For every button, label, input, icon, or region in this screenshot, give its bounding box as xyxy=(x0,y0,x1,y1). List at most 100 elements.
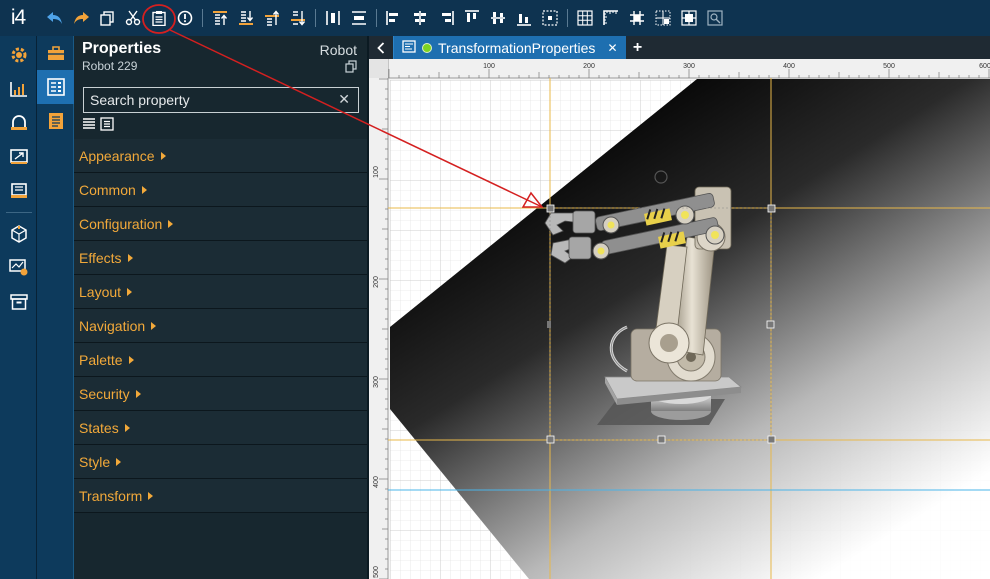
settings-icon[interactable] xyxy=(0,38,37,72)
zoom-fit-icon[interactable] xyxy=(702,5,728,31)
align-left-icon[interactable] xyxy=(381,5,407,31)
ruler-label: 200 xyxy=(583,63,595,70)
distribute-v-icon[interactable] xyxy=(346,5,372,31)
resize-handle-bottom-right[interactable] xyxy=(767,435,776,444)
grid-icon[interactable] xyxy=(572,5,598,31)
property-category-list: Appearance Common Configuration Effects … xyxy=(74,139,367,513)
toolbox-icon[interactable] xyxy=(37,36,74,70)
toolbar-separator xyxy=(315,9,316,27)
document-outline-icon[interactable] xyxy=(37,104,74,138)
resize-handle-right[interactable] xyxy=(766,320,775,329)
category-layout[interactable]: Layout xyxy=(74,275,367,309)
tab-status-dot xyxy=(422,42,432,53)
align-top-icon[interactable] xyxy=(459,5,485,31)
distribute-h-icon[interactable] xyxy=(320,5,346,31)
category-label: Style xyxy=(79,453,111,470)
category-common[interactable]: Common xyxy=(74,173,367,207)
package-icon[interactable] xyxy=(0,217,37,251)
resize-handle-top-right[interactable] xyxy=(767,204,776,213)
category-label: States xyxy=(79,419,119,436)
paste-icon[interactable] xyxy=(146,5,172,31)
top-ruler xyxy=(369,59,990,78)
alphabetical-view-icon[interactable] xyxy=(100,117,114,133)
clear-search-icon[interactable]: ✕ xyxy=(338,91,350,108)
align-middle-icon[interactable] xyxy=(485,5,511,31)
archive-icon[interactable] xyxy=(0,285,37,319)
monitor-settings-icon[interactable] xyxy=(0,251,37,285)
cut-icon[interactable] xyxy=(120,5,146,31)
align-right-icon[interactable] xyxy=(433,5,459,31)
category-appearance[interactable]: Appearance xyxy=(74,139,367,173)
ruler-label: 200 xyxy=(373,276,380,288)
rail-separator xyxy=(6,212,32,213)
copy-name-icon[interactable] xyxy=(345,60,357,78)
expand-arrow-icon xyxy=(141,185,147,194)
category-label: Navigation xyxy=(79,317,146,334)
ruler-label: 300 xyxy=(373,376,380,388)
server-icon[interactable] xyxy=(0,174,37,208)
property-search-box: ✕ xyxy=(83,87,359,113)
resize-handle-left[interactable] xyxy=(547,321,551,328)
selected-object-type: Robot xyxy=(319,42,357,58)
display-file-icon xyxy=(402,39,416,56)
category-security[interactable]: Security xyxy=(74,377,367,411)
resize-handle-bottom-left[interactable] xyxy=(546,435,555,444)
ruler-corner xyxy=(369,59,388,78)
property-search-input[interactable] xyxy=(84,88,358,112)
resize-handle-top-left[interactable] xyxy=(546,204,555,213)
category-label: Appearance xyxy=(79,147,155,164)
category-style[interactable]: Style xyxy=(74,445,367,479)
export-icon[interactable] xyxy=(0,140,37,174)
category-label: Effects xyxy=(79,249,122,266)
align-center-icon[interactable] xyxy=(407,5,433,31)
category-effects[interactable]: Effects xyxy=(74,241,367,275)
category-states[interactable]: States xyxy=(74,411,367,445)
ruler-icon[interactable] xyxy=(598,5,624,31)
copy-icon[interactable] xyxy=(94,5,120,31)
category-navigation[interactable]: Navigation xyxy=(74,309,367,343)
toolbar-separator xyxy=(376,9,377,27)
categorized-view-icon[interactable] xyxy=(82,117,96,133)
canvas-surface[interactable]: 100 200 300 400 500 600 100 200 300 400 … xyxy=(369,59,990,579)
expand-arrow-icon xyxy=(151,321,157,330)
properties-tab-icon[interactable] xyxy=(37,70,74,104)
resize-handle-bottom[interactable] xyxy=(657,435,666,444)
ruler-label: 500 xyxy=(373,566,380,578)
bring-forward-icon[interactable] xyxy=(259,5,285,31)
warning-icon[interactable] xyxy=(172,5,198,31)
expand-arrow-icon xyxy=(148,491,154,500)
expand-arrow-icon xyxy=(124,423,130,432)
expand-arrow-icon xyxy=(128,355,134,364)
expand-arrow-icon xyxy=(116,457,122,466)
bring-front-icon[interactable] xyxy=(207,5,233,31)
category-label: Palette xyxy=(79,351,123,368)
tab-scroll-left-icon[interactable] xyxy=(369,36,393,59)
expand-arrow-icon xyxy=(127,287,133,296)
expand-arrow-icon xyxy=(127,253,133,262)
expand-arrow-icon xyxy=(168,219,174,228)
tab-label: TransformationProperties xyxy=(438,39,596,56)
undo-icon[interactable] xyxy=(42,5,68,31)
connect-icon[interactable] xyxy=(0,106,37,140)
align-page-center-icon[interactable] xyxy=(537,5,563,31)
add-tab-button[interactable]: + xyxy=(626,36,650,59)
align-bottom-icon[interactable] xyxy=(511,5,537,31)
dashboard-icon[interactable] xyxy=(0,72,37,106)
tab-transformation-properties[interactable]: TransformationProperties ✕ xyxy=(393,36,626,59)
category-configuration[interactable]: Configuration xyxy=(74,207,367,241)
category-label: Transform xyxy=(79,487,143,504)
send-backward-icon[interactable] xyxy=(285,5,311,31)
app-logo: i4 xyxy=(10,6,26,29)
design-canvas[interactable]: 100 200 300 400 500 600 100 200 300 400 … xyxy=(369,59,990,579)
send-back-icon[interactable] xyxy=(233,5,259,31)
snap-object-icon[interactable] xyxy=(650,5,676,31)
snap-off-icon[interactable] xyxy=(676,5,702,31)
redo-icon[interactable] xyxy=(68,5,94,31)
close-tab-icon[interactable]: ✕ xyxy=(607,41,617,55)
ruler-label: 500 xyxy=(883,63,895,70)
expand-arrow-icon xyxy=(135,389,141,398)
category-transform[interactable]: Transform xyxy=(74,479,367,513)
snap-grid-icon[interactable] xyxy=(624,5,650,31)
category-palette[interactable]: Palette xyxy=(74,343,367,377)
toolbar-separator xyxy=(567,9,568,27)
